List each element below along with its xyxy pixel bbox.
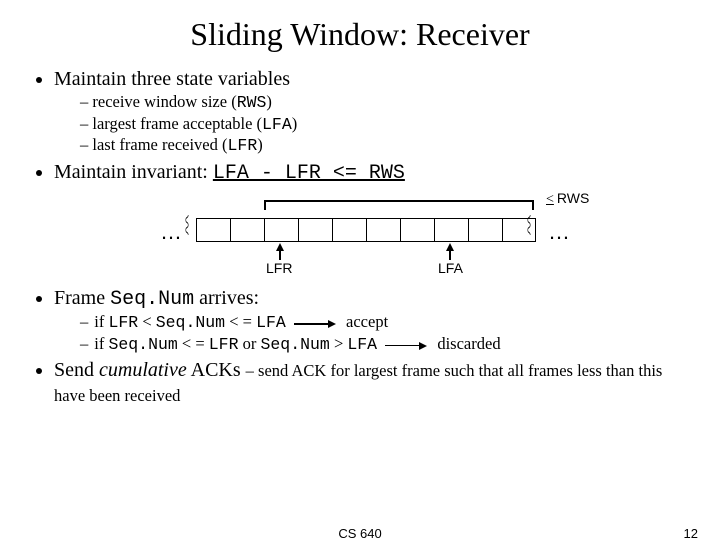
frame-cell [434, 218, 468, 242]
invariant-code: LFA - LFR <= RWS [213, 162, 405, 185]
sub-rws: receive window size (RWS) [80, 92, 684, 114]
zig-right: 〰 [522, 215, 535, 231]
bullet-list: Maintain three state variables receive w… [36, 67, 684, 186]
zig-left: 〰 [180, 215, 193, 231]
arrow-right-icon [385, 334, 427, 355]
frame-cell [196, 218, 230, 242]
bullet-text: Maintain three state variables [54, 68, 290, 90]
frame-strip [196, 218, 536, 242]
sub-lfr: last frame received (LFR) [80, 135, 684, 157]
sub-accept: –if LFR < Seq.Num < = LFA accept [54, 312, 684, 334]
arrow-right-icon [294, 313, 336, 334]
slide-body: Maintain three state variables receive w… [36, 67, 684, 408]
lfa-label: LFA [438, 260, 463, 278]
frame-cell [468, 218, 502, 242]
bullet-frame-arrives: Frame Seq.Num arrives: –if LFR < Seq.Num… [54, 286, 684, 355]
bracket [264, 194, 534, 208]
bullet-cumulative-ack: Send cumulative ACKs – send ACK for larg… [54, 358, 684, 408]
sub-lfa: largest frame acceptable (LFA) [80, 114, 684, 136]
course-code: CS 640 [338, 526, 381, 541]
window-diagram: <RWS … 〰 〰 … LFR LFA [140, 194, 580, 284]
bullet-list-2: Frame Seq.Num arrives: –if LFR < Seq.Num… [36, 286, 684, 408]
lfr-label: LFR [266, 260, 292, 278]
frame-cell [332, 218, 366, 242]
bullet-state-vars: Maintain three state variables receive w… [54, 67, 684, 157]
frame-cell [400, 218, 434, 242]
frame-cell [264, 218, 298, 242]
sub-list: receive window size (RWS) largest frame … [54, 92, 684, 157]
frame-cell [230, 218, 264, 242]
slide-title: Sliding Window: Receiver [36, 16, 684, 53]
dots-right: … [548, 218, 570, 246]
page-number: 12 [684, 526, 698, 541]
bullet-invariant: Maintain invariant: LFA - LFR <= RWS [54, 160, 684, 186]
frame-cell [298, 218, 332, 242]
frame-cell [366, 218, 400, 242]
rws-label: <RWS [546, 190, 589, 209]
sub-discard: –if Seq.Num < = LFR or Seq.Num > LFA dis… [54, 334, 684, 356]
slide: Sliding Window: Receiver Maintain three … [0, 0, 720, 540]
